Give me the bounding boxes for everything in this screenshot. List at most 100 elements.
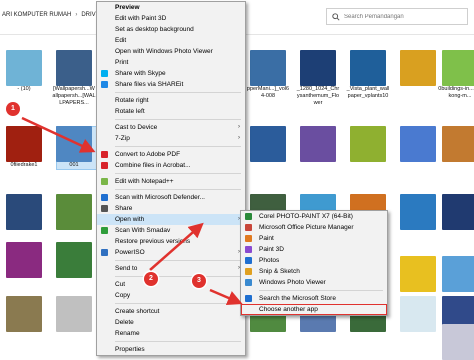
image-thumbnail xyxy=(250,50,286,86)
breadcrumb-item-root[interactable]: ARI KOMPUTER RUMAH xyxy=(2,12,71,18)
file-tile[interactable] xyxy=(396,194,440,230)
menu-item-7-zip[interactable]: 7-Zip › xyxy=(97,133,245,144)
file-tile[interactable] xyxy=(296,126,340,162)
menu-item-open-with-windows-photo-viewer[interactable]: Open with Windows Photo Viewer xyxy=(97,46,245,57)
menu-item-paint[interactable]: Paint xyxy=(241,233,387,244)
menu-item-rotate-right[interactable]: Rotate right xyxy=(97,95,245,106)
menu-item-windows-photo-viewer[interactable]: Windows Photo Viewer xyxy=(241,277,387,288)
menu-item-microsoft-office-picture-manager[interactable]: Microsoft Office Picture Manager xyxy=(241,222,387,233)
file-name: pperMani...]_vol64-008 xyxy=(246,86,290,99)
menu-item-edit-with-notepad[interactable]: Edit with Notepad++ xyxy=(97,176,245,187)
menu-item-photos[interactable]: Photos xyxy=(241,255,387,266)
menu-item-paint-3d[interactable]: Paint 3D xyxy=(241,244,387,255)
file-tile[interactable] xyxy=(52,296,96,332)
menu-separator xyxy=(115,146,241,147)
menu-item-delete[interactable]: Delete xyxy=(97,317,245,328)
image-thumbnail xyxy=(56,242,92,278)
menu-item-label: Search the Microsoft Store xyxy=(259,295,336,302)
search-box[interactable] xyxy=(326,8,468,25)
file-tile[interactable] xyxy=(296,50,340,86)
file-tile[interactable] xyxy=(2,50,46,86)
menu-item-corel-photo-paint-x7-64-bit[interactable]: Corel PHOTO-PAINT X7 (64-Bit) xyxy=(241,211,387,222)
image-thumbnail xyxy=(400,296,436,332)
menu-item-print[interactable]: Print xyxy=(97,57,245,68)
menu-item-open-with[interactable]: Open with › xyxy=(97,214,245,225)
file-tile[interactable]: 0fiiedrake1 xyxy=(2,162,46,183)
file-tile[interactable]: _1280_1024_Chrysanthemum_Flower xyxy=(296,86,340,107)
file-tile[interactable] xyxy=(2,126,46,162)
menu-item-edit-with-paint-3d[interactable]: Edit with Paint 3D xyxy=(97,13,245,24)
file-tile[interactable] xyxy=(438,194,474,230)
menu-item-label: Scan With Smadav xyxy=(115,227,171,234)
menu-item-label: Rename xyxy=(115,330,140,337)
menu-item-rename[interactable]: Rename xyxy=(97,328,245,339)
photo-viewer-icon xyxy=(245,279,252,286)
file-tile[interactable] xyxy=(2,194,46,230)
file-tile[interactable] xyxy=(52,242,96,278)
menu-item-cast-to-device[interactable]: Cast to Device › xyxy=(97,122,245,133)
file-tile[interactable] xyxy=(2,242,46,278)
file-tile[interactable] xyxy=(52,194,96,230)
paint3d-icon xyxy=(245,246,252,253)
submenu-arrow-icon: › xyxy=(238,124,240,130)
menu-separator xyxy=(259,290,383,291)
image-thumbnail xyxy=(6,50,42,86)
menu-item-restore-previous-versions[interactable]: Restore previous versions xyxy=(97,236,245,247)
menu-item-scan-with-smadav[interactable]: Scan With Smadav xyxy=(97,225,245,236)
menu-item-label: Windows Photo Viewer xyxy=(259,279,326,286)
menu-item-preview[interactable]: Preview xyxy=(97,2,245,13)
file-tile[interactable] xyxy=(438,126,474,162)
image-thumbnail xyxy=(400,194,436,230)
menu-item-label: Cut xyxy=(115,281,126,288)
file-tile[interactable] xyxy=(438,50,474,86)
image-thumbnail xyxy=(442,126,474,162)
menu-item-snip-sketch[interactable]: Snip & Sketch xyxy=(241,266,387,277)
file-tile[interactable]: [Wallpapersh...Wallpapersh...[WALLPAPERS… xyxy=(52,86,96,107)
menu-separator xyxy=(115,276,241,277)
file-tile[interactable] xyxy=(396,126,440,162)
menu-item-poweriso[interactable]: PowerISO › xyxy=(97,247,245,258)
menu-item-share[interactable]: Share xyxy=(97,203,245,214)
poweriso-icon xyxy=(101,249,108,256)
search-icon xyxy=(332,12,340,21)
menu-item-edit[interactable]: Edit xyxy=(97,35,245,46)
menu-item-convert-to-adobe-pdf[interactable]: Convert to Adobe PDF xyxy=(97,149,245,160)
menu-item-cut[interactable]: Cut xyxy=(97,279,245,290)
file-tile[interactable]: pperMani...]_vol64-008 xyxy=(246,86,290,107)
menu-item-share-with-skype[interactable]: Share with Skype xyxy=(97,68,245,79)
menu-item-copy[interactable]: Copy xyxy=(97,290,245,301)
file-tile[interactable] xyxy=(246,50,290,86)
file-tile[interactable]: 001 xyxy=(52,162,96,183)
file-tile[interactable]: 0buildings-in...ng-kong-m... xyxy=(438,86,474,107)
file-tile[interactable]: _Vista_plant_wallpaper_vplants10 xyxy=(346,86,390,107)
file-tile[interactable] xyxy=(2,296,46,332)
file-tile[interactable] xyxy=(396,256,440,292)
menu-item-properties[interactable]: Properties xyxy=(97,344,245,355)
defender-icon xyxy=(101,194,108,201)
menu-item-set-as-desktop-background[interactable]: Set as desktop background xyxy=(97,24,245,35)
menu-item-send-to[interactable]: Send to › xyxy=(97,263,245,274)
file-name: [Wallpapersh...Wallpapersh...[WALLPAPERS… xyxy=(52,86,96,106)
file-tile[interactable] xyxy=(438,324,474,360)
acrobat-icon xyxy=(101,162,108,169)
file-tile[interactable] xyxy=(52,126,96,162)
file-tile[interactable] xyxy=(346,126,390,162)
shareit-icon xyxy=(101,81,108,88)
menu-item-rotate-left[interactable]: Rotate left xyxy=(97,106,245,117)
file-tile[interactable] xyxy=(346,50,390,86)
file-tile[interactable] xyxy=(396,296,440,332)
snip-icon xyxy=(245,268,252,275)
file-tile[interactable] xyxy=(246,126,290,162)
file-tile[interactable] xyxy=(396,50,440,86)
file-tile[interactable] xyxy=(438,256,474,292)
menu-item-scan-with-microsoft-defender[interactable]: Scan with Microsoft Defender... xyxy=(97,192,245,203)
store-icon xyxy=(245,295,252,302)
menu-item-create-shortcut[interactable]: Create shortcut xyxy=(97,306,245,317)
menu-item-combine-files-in-acrobat[interactable]: Combine files in Acrobat... xyxy=(97,160,245,171)
menu-item-label: Snip & Sketch xyxy=(259,268,300,275)
search-input[interactable] xyxy=(344,13,454,20)
menu-item-search-the-microsoft-store[interactable]: Search the Microsoft Store xyxy=(241,293,387,304)
menu-item-choose-another-app[interactable]: Choose another app xyxy=(241,304,387,315)
file-tile[interactable] xyxy=(52,50,96,86)
menu-item-share-files-via-shareit[interactable]: Share files via SHAREit xyxy=(97,79,245,90)
